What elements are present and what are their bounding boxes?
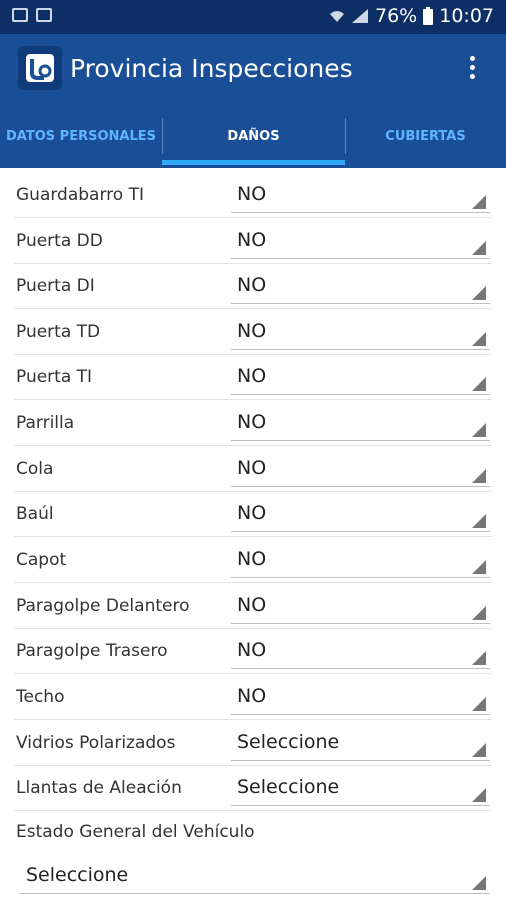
message-notification-icon: [36, 8, 52, 22]
dropdown-arrow-icon: [472, 332, 486, 346]
field-dropdown[interactable]: NO: [231, 493, 490, 532]
field-label: Baúl: [16, 504, 54, 524]
dropdown-value: NO: [237, 594, 267, 616]
form-row: Vidrios Polarizados Seleccione: [14, 720, 492, 766]
field-dropdown[interactable]: Seleccione: [231, 767, 490, 806]
field-dropdown[interactable]: NO: [231, 356, 490, 395]
field-label: Puerta TI: [16, 367, 93, 387]
field-label: Capot: [16, 550, 67, 570]
dropdown-value: NO: [237, 365, 267, 387]
dropdown-value: NO: [237, 229, 267, 251]
form-row: Capot NO: [14, 537, 492, 583]
dropdown-value: NO: [237, 320, 267, 342]
dropdown-arrow-icon: [472, 651, 486, 665]
clock: 10:07: [439, 5, 494, 27]
field-dropdown[interactable]: NO: [231, 174, 490, 213]
app-bar: Provincia Inspecciones: [0, 34, 506, 104]
field-dropdown[interactable]: NO: [231, 311, 490, 350]
form-row: Llantas de Aleación Seleccione: [14, 765, 492, 811]
form-row: Puerta TD NO: [14, 309, 492, 355]
form-row: Paragolpe Trasero NO: [14, 628, 492, 674]
form-row: Puerta DI NO: [14, 263, 492, 309]
form-row: Techo NO: [14, 674, 492, 720]
field-dropdown[interactable]: NO: [231, 585, 490, 624]
form-row: Baúl NO: [14, 491, 492, 537]
status-bar: 76% 10:07: [0, 0, 506, 34]
gallery-notification-icon: [12, 8, 28, 22]
dropdown-arrow-icon: [472, 286, 486, 300]
dropdown-value: NO: [237, 639, 267, 661]
field-dropdown[interactable]: NO: [231, 676, 490, 715]
field-label: Cola: [16, 459, 54, 479]
field-dropdown[interactable]: NO: [231, 630, 490, 669]
field-label: Puerta DI: [16, 276, 95, 296]
dropdown-arrow-icon: [472, 743, 486, 757]
field-label: Parrilla: [16, 413, 75, 433]
dropdown-value: Seleccione: [237, 776, 340, 798]
dropdown-arrow-icon: [472, 560, 486, 574]
field-dropdown[interactable]: NO: [231, 220, 490, 259]
dropdown-value: Seleccione: [26, 864, 129, 886]
signal-icon: [352, 9, 368, 23]
field-label: Techo: [16, 687, 65, 707]
form-row: Parrilla NO: [14, 400, 492, 446]
battery-percent: 76%: [375, 5, 418, 27]
form-row: Cola NO: [14, 446, 492, 492]
battery-icon: [423, 7, 434, 25]
field-label: Llantas de Aleación: [16, 778, 182, 798]
dropdown-arrow-icon: [472, 876, 486, 890]
form-row: Puerta TI NO: [14, 354, 492, 400]
tab-danos[interactable]: DAÑOS: [162, 104, 345, 168]
dropdown-arrow-icon: [472, 377, 486, 391]
dropdown-arrow-icon: [472, 606, 486, 620]
dropdown-value: NO: [237, 411, 267, 433]
tab-datos-personales[interactable]: DATOS PERSONALES: [0, 104, 162, 168]
dropdown-value: NO: [237, 274, 267, 296]
app-logo-icon: [18, 46, 62, 90]
field-dropdown[interactable]: Seleccione: [231, 722, 490, 761]
field-label: Puerta TD: [16, 322, 101, 342]
form-row: Guardabarro TI NO: [14, 172, 492, 218]
dropdown-value: NO: [237, 548, 267, 570]
field-dropdown[interactable]: NO: [231, 402, 490, 441]
dropdown-value: NO: [237, 457, 267, 479]
field-label: Vidrios Polarizados: [16, 733, 176, 753]
active-tab-indicator: [162, 160, 345, 165]
field-dropdown[interactable]: NO: [231, 265, 490, 304]
dropdown-value: NO: [237, 685, 267, 707]
dropdown-arrow-icon: [472, 514, 486, 528]
dropdown-arrow-icon: [472, 423, 486, 437]
field-dropdown[interactable]: NO: [231, 539, 490, 578]
dropdown-arrow-icon: [472, 241, 486, 255]
field-label: Paragolpe Trasero: [16, 641, 168, 661]
field-label: Puerta DD: [16, 231, 103, 251]
dropdown-value: Seleccione: [237, 731, 340, 753]
form-row: Puerta DD NO: [14, 218, 492, 264]
dropdown-arrow-icon: [472, 195, 486, 209]
status-indicators: 76% 10:07: [329, 5, 494, 27]
estado-general-label: Estado General del Vehículo: [16, 822, 255, 842]
tab-cubiertas[interactable]: CUBIERTAS: [345, 104, 506, 168]
estado-general-dropdown[interactable]: Seleccione: [20, 855, 490, 894]
dropdown-arrow-icon: [472, 697, 486, 711]
dropdown-value: NO: [237, 183, 267, 205]
tab-bar: DATOS PERSONALES DAÑOS CUBIERTAS: [0, 104, 506, 168]
notification-icons: [12, 8, 52, 22]
dropdown-arrow-icon: [472, 469, 486, 483]
wifi-icon: [330, 11, 344, 22]
app-title: Provincia Inspecciones: [70, 54, 353, 83]
form-row: Paragolpe Delantero NO: [14, 583, 492, 629]
dropdown-arrow-icon: [472, 788, 486, 802]
overflow-menu-icon[interactable]: [470, 56, 476, 83]
dropdown-value: NO: [237, 502, 267, 524]
field-label: Paragolpe Delantero: [16, 596, 190, 616]
field-label: Guardabarro TI: [16, 185, 144, 205]
field-dropdown[interactable]: NO: [231, 448, 490, 487]
